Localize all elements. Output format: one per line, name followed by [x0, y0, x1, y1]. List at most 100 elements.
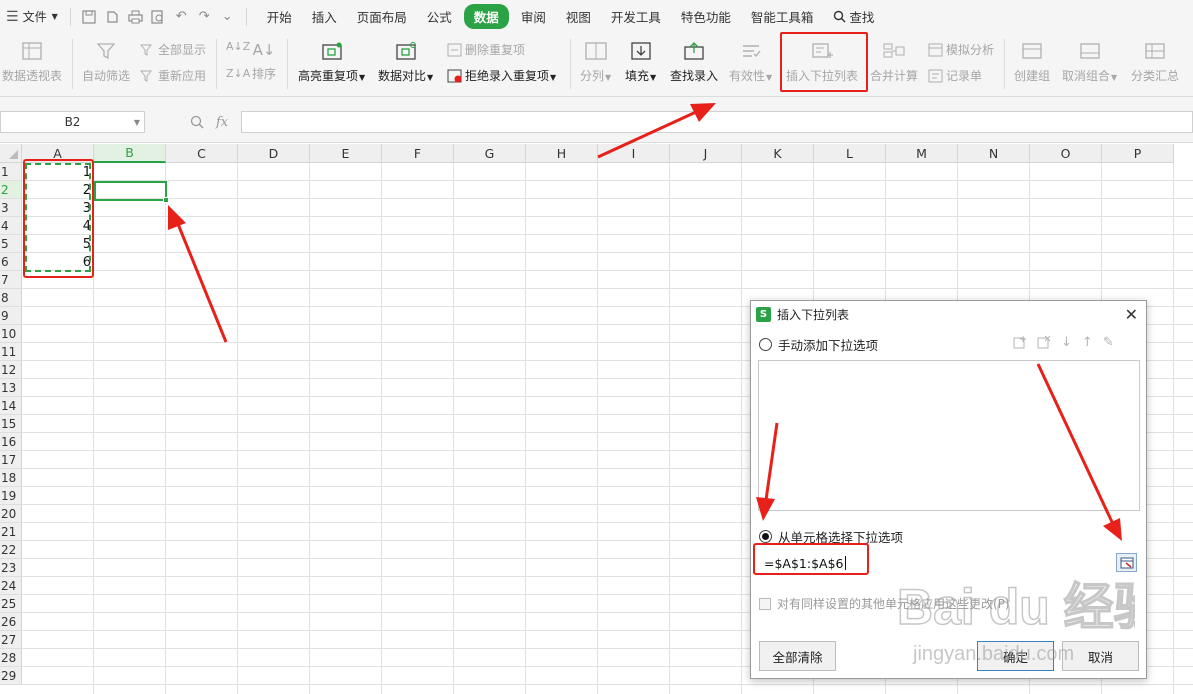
sort-descending-button[interactable]: Z↓A — [226, 67, 250, 80]
row-header-4[interactable]: 4 — [0, 217, 22, 235]
tab-insert[interactable]: 插入 — [304, 4, 345, 29]
row-header-15[interactable]: 15 — [0, 415, 22, 433]
delete-duplicates-button[interactable]: 删除重复项 — [447, 41, 525, 58]
highlight-duplicates-button[interactable]: 高亮重复项▼ — [298, 41, 365, 84]
consolidate-button[interactable]: 合并计算 — [870, 41, 918, 84]
create-group-button[interactable]: 创建组 — [1014, 41, 1050, 84]
row-header-18[interactable]: 18 — [0, 469, 22, 487]
sort-ascending-button[interactable]: A↓Z — [226, 40, 250, 53]
delete-item-icon[interactable] — [1037, 335, 1051, 353]
row-header-14[interactable]: 14 — [0, 397, 22, 415]
row-header-10[interactable]: 10 — [0, 325, 22, 343]
active-cell-b2[interactable] — [94, 181, 169, 203]
row-header-3[interactable]: 3 — [0, 199, 22, 217]
show-all-button[interactable]: 全部显示 — [140, 41, 206, 58]
row-header-6[interactable]: 6 — [0, 253, 22, 271]
tab-review[interactable]: 审阅 — [513, 4, 554, 29]
reject-duplicates-button[interactable]: 拒绝录入重复项▼ — [447, 67, 556, 84]
tab-special-features[interactable]: 特色功能 — [673, 4, 739, 29]
column-header-f[interactable]: F — [382, 144, 454, 163]
row-header-19[interactable]: 19 — [0, 487, 22, 505]
lookup-entry-button[interactable]: 查找录入 — [670, 41, 718, 84]
column-header-c[interactable]: C — [166, 144, 238, 163]
tab-home[interactable]: 开始 — [259, 4, 300, 29]
customize-icon[interactable]: ⌄ — [219, 8, 236, 25]
move-down-icon[interactable]: ↓ — [1061, 335, 1072, 353]
column-header-l[interactable]: L — [814, 144, 886, 163]
tab-smart-toolbox[interactable]: 智能工具箱 — [743, 4, 822, 29]
fill-handle[interactable] — [163, 197, 169, 203]
row-header-8[interactable]: 8 — [0, 289, 22, 307]
column-header-m[interactable]: M — [886, 144, 958, 163]
row-header-5[interactable]: 5 — [0, 235, 22, 253]
fill-button[interactable]: 填充▼ — [625, 41, 656, 84]
row-header-27[interactable]: 27 — [0, 631, 22, 649]
autofilter-button[interactable]: 自动筛选 — [82, 41, 130, 84]
row-header-11[interactable]: 11 — [0, 343, 22, 361]
select-all-corner[interactable] — [0, 144, 22, 163]
add-item-icon[interactable] — [1013, 335, 1027, 353]
sort-button[interactable]: A↓ 排序 — [252, 41, 276, 82]
column-header-j[interactable]: J — [670, 144, 742, 163]
what-if-analysis-button[interactable]: 模拟分析 — [928, 41, 994, 58]
record-form-button[interactable]: 记录单 — [928, 67, 982, 84]
checkbox[interactable] — [759, 597, 771, 610]
row-header-16[interactable]: 16 — [0, 433, 22, 451]
tab-view[interactable]: 视图 — [558, 4, 599, 29]
data-validity-button[interactable]: 有效性▼ — [729, 41, 772, 84]
print-icon[interactable] — [127, 8, 144, 25]
data-compare-button[interactable]: 数据对比▼ — [378, 41, 433, 84]
row-header-2[interactable]: 2 — [0, 181, 22, 199]
column-header-o[interactable]: O — [1030, 144, 1102, 163]
ungroup-button[interactable]: 取消组合▼ — [1062, 41, 1117, 84]
radio-button[interactable] — [759, 338, 772, 351]
row-header-13[interactable]: 13 — [0, 379, 22, 397]
row-header-24[interactable]: 24 — [0, 577, 22, 595]
save-icon[interactable] — [81, 8, 98, 25]
row-header-23[interactable]: 23 — [0, 559, 22, 577]
clear-all-button[interactable]: 全部清除 — [759, 641, 836, 671]
row-header-25[interactable]: 25 — [0, 595, 22, 613]
row-header-7[interactable]: 7 — [0, 271, 22, 289]
fx-icon[interactable]: fx — [216, 115, 228, 133]
row-header-22[interactable]: 22 — [0, 541, 22, 559]
formula-input[interactable] — [241, 111, 1193, 133]
edit-icon[interactable]: ✎ — [1103, 335, 1114, 353]
tab-data[interactable]: 数据 — [463, 4, 509, 29]
row-header-1[interactable]: 1 — [0, 163, 22, 181]
undo-icon[interactable]: ↶ — [173, 8, 190, 25]
name-box[interactable]: B2 ▼ — [0, 111, 145, 133]
split-column-button[interactable]: 分列▼ — [580, 41, 611, 84]
reapply-button[interactable]: 重新应用 — [140, 67, 206, 84]
column-header-p[interactable]: P — [1102, 144, 1174, 163]
column-header-n[interactable]: N — [958, 144, 1030, 163]
pivot-table-button[interactable]: 数据透视表 — [2, 41, 62, 84]
row-header-9[interactable]: 9 — [0, 307, 22, 325]
tab-formulas[interactable]: 公式 — [419, 4, 460, 29]
manual-option-radio[interactable]: 手动添加下拉选项 — [759, 335, 878, 354]
redo-icon[interactable]: ↷ — [196, 8, 213, 25]
column-header-k[interactable]: K — [742, 144, 814, 163]
tab-developer[interactable]: 开发工具 — [603, 4, 669, 29]
manual-options-list[interactable] — [758, 360, 1140, 511]
column-header-d[interactable]: D — [238, 144, 310, 163]
close-icon[interactable]: ✕ — [1125, 305, 1138, 324]
move-up-icon[interactable]: ↑ — [1082, 335, 1093, 353]
row-header-28[interactable]: 28 — [0, 649, 22, 667]
row-header-21[interactable]: 21 — [0, 523, 22, 541]
row-header-17[interactable]: 17 — [0, 451, 22, 469]
subtotal-button[interactable]: 分类汇总 — [1131, 41, 1179, 84]
row-header-12[interactable]: 12 — [0, 361, 22, 379]
column-header-b[interactable]: B — [94, 144, 166, 163]
row-header-26[interactable]: 26 — [0, 613, 22, 631]
radio-button-checked[interactable] — [759, 530, 772, 543]
tab-page-layout[interactable]: 页面布局 — [349, 4, 415, 29]
row-header-29[interactable]: 29 — [0, 667, 22, 685]
column-header-h[interactable]: H — [526, 144, 598, 163]
row-header-20[interactable]: 20 — [0, 505, 22, 523]
column-header-g[interactable]: G — [454, 144, 526, 163]
file-menu[interactable]: ☰ 文件 ▼ — [0, 0, 64, 33]
export-icon[interactable] — [104, 8, 121, 25]
tab-search[interactable]: 查找 — [825, 4, 882, 29]
column-header-e[interactable]: E — [310, 144, 382, 163]
